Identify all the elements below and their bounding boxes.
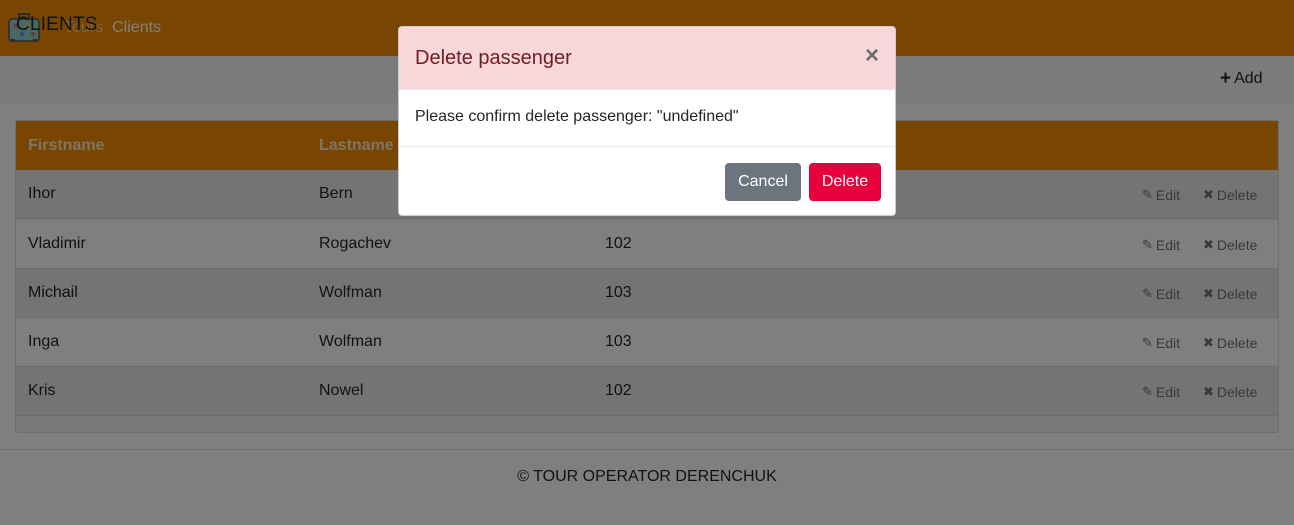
modal-footer-divider [399,146,895,147]
modal-title: Delete passenger [415,47,572,69]
delete-passenger-modal: Delete passenger × Please confirm delete… [398,26,896,216]
confirm-delete-button[interactable]: Delete [809,163,881,201]
close-icon[interactable]: × [865,42,879,70]
modal-body-text: Please confirm delete passenger: "undefi… [415,108,739,125]
modal-header: Delete passenger × [399,27,895,90]
cancel-button[interactable]: Cancel [725,163,801,201]
